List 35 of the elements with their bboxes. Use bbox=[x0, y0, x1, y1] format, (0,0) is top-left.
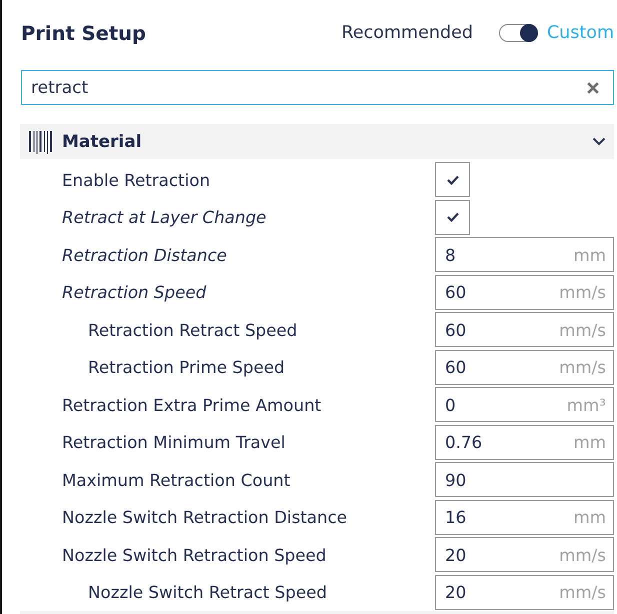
setting-label: Retraction Prime Speed bbox=[88, 357, 285, 378]
setting-label: Nozzle Switch Retract Speed bbox=[88, 582, 327, 602]
unit-label: mm bbox=[573, 432, 606, 452]
checkbox[interactable] bbox=[435, 162, 470, 198]
category-title: Material bbox=[62, 132, 142, 152]
setting-label: Retraction Extra Prime Amount bbox=[62, 394, 322, 415]
check-icon bbox=[446, 212, 458, 222]
unit-label: mm/s bbox=[559, 357, 606, 378]
panel-title: Print Setup bbox=[21, 22, 146, 44]
setting-label: Maximum Retraction Count bbox=[62, 470, 290, 490]
category-header[interactable]: Material bbox=[20, 124, 614, 159]
unit-label: mm/s bbox=[559, 282, 606, 302]
unit-label: mm³ bbox=[566, 394, 606, 415]
setting-label: Retraction Speed bbox=[62, 282, 206, 302]
unit-label: mm bbox=[573, 507, 606, 528]
setting-label: Retraction Retract Speed bbox=[88, 320, 298, 340]
unit-label: mm/s bbox=[559, 544, 606, 565]
setting-label: Retraction Minimum Travel bbox=[62, 432, 286, 452]
setting-label: Nozzle Switch Retraction Distance bbox=[62, 507, 348, 528]
unit-label: mm/s bbox=[559, 582, 606, 602]
close-icon[interactable] bbox=[587, 82, 599, 94]
toggle-switch[interactable] bbox=[498, 24, 538, 42]
chevron-down-icon[interactable] bbox=[592, 137, 606, 146]
setting-label: Retraction Distance bbox=[62, 244, 227, 265]
search-field[interactable]: retract bbox=[21, 70, 614, 105]
vertical-lines-icon bbox=[29, 130, 52, 154]
setting-label: Nozzle Switch Retraction Speed bbox=[62, 544, 326, 565]
checkbox[interactable] bbox=[435, 200, 470, 235]
setting-label: Enable Retraction bbox=[62, 170, 210, 190]
mode-label[interactable]: Recommended bbox=[342, 23, 473, 43]
number-field[interactable]: 90 bbox=[435, 462, 614, 498]
setting-label: Retract at Layer Change bbox=[62, 207, 266, 228]
unit-label: mm/s bbox=[559, 320, 606, 340]
check-icon bbox=[446, 174, 458, 185]
unit-label: mm bbox=[573, 244, 606, 265]
